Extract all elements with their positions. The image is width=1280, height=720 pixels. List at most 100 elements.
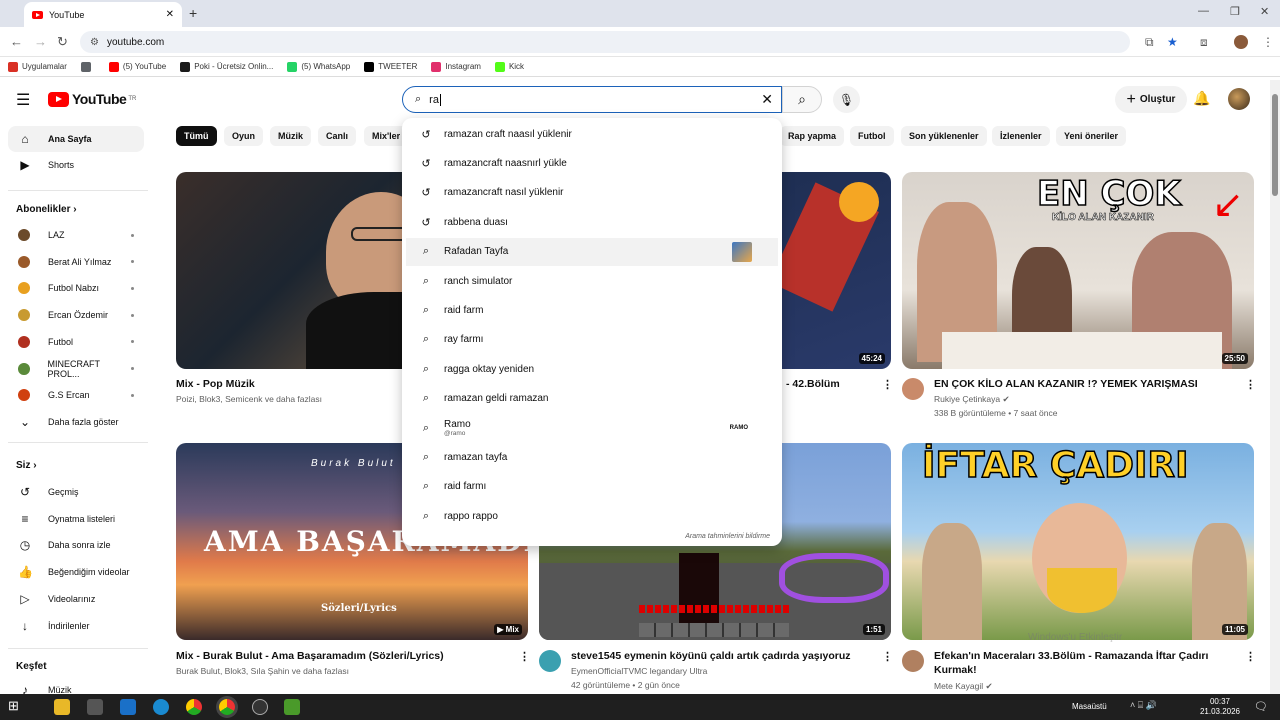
new-tab-button[interactable]: + xyxy=(189,5,197,21)
bookmark-6[interactable]: Instagram xyxy=(431,61,481,72)
chip-rap[interactable]: Rap yapma xyxy=(780,126,845,146)
search-suggestion[interactable]: ⌕ ramazan geldi ramazan xyxy=(406,385,778,413)
subscription-item[interactable]: Futbol Nabzı xyxy=(8,275,144,301)
app-icon[interactable] xyxy=(252,699,268,715)
chip-gaming[interactable]: Oyun xyxy=(224,126,264,146)
store-icon[interactable] xyxy=(87,699,103,715)
video-title[interactable]: Mix - Burak Bulut - Ama Başaramadım (Söz… xyxy=(176,650,444,662)
video-title[interactable]: steve1545 eymenin köyünü çaldı artık çad… xyxy=(571,650,851,662)
site-info-icon[interactable]: ⚙ xyxy=(90,37,99,48)
maximize-icon[interactable]: ❐ xyxy=(1230,5,1240,18)
chrome-active-icon[interactable] xyxy=(219,699,235,715)
channel-avatar[interactable] xyxy=(902,650,924,672)
subscription-item[interactable]: G.S Ercan xyxy=(8,382,144,408)
search-suggestion[interactable]: ⌕ raid farm xyxy=(406,296,778,324)
bookmark-5[interactable]: TWEETER xyxy=(364,61,417,72)
subscription-item[interactable]: Futbol xyxy=(8,329,144,355)
extensions-icon[interactable]: ⧈ xyxy=(1200,35,1208,50)
sidebar-item-thumbs-up[interactable]: 👍 Beğendiğim videolar xyxy=(8,559,144,585)
bookmark-1[interactable] xyxy=(80,61,95,72)
more-options-icon[interactable]: ⋮ xyxy=(1245,650,1256,663)
search-suggestion[interactable]: ⌕ ray farmı xyxy=(406,326,778,354)
chrome-icon[interactable] xyxy=(186,699,202,715)
sidebar-item-shorts[interactable]: ▶ Shorts xyxy=(8,152,144,178)
sidebar-item-history[interactable]: ↺ Geçmiş xyxy=(8,479,144,505)
search-input[interactable]: ⌕ ra ✕ xyxy=(402,86,782,113)
sidebar-item-video[interactable]: ▷ Videolarınız xyxy=(8,586,144,612)
search-suggestion[interactable]: ↺ ramazancraft nasıl yüklenir xyxy=(406,179,778,207)
video-thumbnail[interactable]: EN ÇOK KİLO ALAN KAZANIR ↙ 25:50 xyxy=(902,172,1254,369)
chip-music[interactable]: Müzik xyxy=(270,126,312,146)
create-button[interactable]: + Oluştur xyxy=(1115,86,1187,113)
bookmark-3[interactable]: Poki - Ücretsiz Onlin... xyxy=(180,61,273,72)
video-title[interactable]: - 42.Bölüm xyxy=(786,378,840,390)
channel-avatar[interactable] xyxy=(902,378,924,400)
youtube-logo[interactable]: YouTube TR xyxy=(48,91,136,107)
chip-watched[interactable]: İzlenenler xyxy=(992,126,1050,146)
bookmark-7[interactable]: Kick xyxy=(494,61,524,72)
desktop-toolbar[interactable]: Masaüstü xyxy=(1072,702,1107,711)
video-title[interactable]: EN ÇOK KİLO ALAN KAZANIR !? YEMEK YARIŞM… xyxy=(934,378,1198,390)
channel-avatar[interactable] xyxy=(539,650,561,672)
notification-center-icon[interactable]: 🗨 xyxy=(1254,700,1268,713)
chip-recent[interactable]: Son yüklenenler xyxy=(901,126,987,146)
subscription-item[interactable]: MINECRAFT PROL... xyxy=(8,356,144,382)
clear-search-icon[interactable]: ✕ xyxy=(761,91,773,108)
search-suggestion[interactable]: ⌕ Rafadan Tayfa xyxy=(406,237,778,266)
search-suggestion[interactable]: ⌕ ranch simulator xyxy=(406,267,778,295)
search-suggestion[interactable]: ⌕ raid farmı xyxy=(406,473,778,501)
page-scrollbar[interactable] xyxy=(1270,80,1280,694)
forward-icon[interactable]: → xyxy=(34,34,47,49)
more-options-icon[interactable]: ⋮ xyxy=(519,650,530,663)
reload-icon[interactable]: ↻ xyxy=(57,34,68,50)
tray-icons[interactable]: ˄ ⌸ 🔊 xyxy=(1130,700,1157,711)
video-thumbnail[interactable]: İFTAR ÇADIRI 11:05 xyxy=(902,443,1254,640)
search-suggestion[interactable]: ↺ rabbena duası xyxy=(406,208,778,236)
install-icon[interactable]: ⧉ xyxy=(1145,35,1154,50)
channel-name[interactable]: EymenOfficialTVMC legandary Ultra xyxy=(571,666,707,676)
voice-search-button[interactable]: 🎙 xyxy=(833,86,860,113)
you-heading[interactable]: Siz › xyxy=(16,460,37,471)
search-suggestion[interactable]: ⌕ ramazan tayfa xyxy=(406,443,778,471)
scrollbar-thumb[interactable] xyxy=(1272,94,1278,196)
file-explorer-icon[interactable] xyxy=(54,699,70,715)
subscription-item[interactable]: LAZ xyxy=(8,222,144,248)
edge-icon[interactable] xyxy=(153,699,169,715)
url-field[interactable]: ⚙ youtube.com xyxy=(80,31,1130,53)
subscription-item[interactable]: Ercan Özdemir xyxy=(8,302,144,328)
video-title[interactable]: Mix - Pop Müzik xyxy=(176,378,255,390)
chip-new[interactable]: Yeni öneriler xyxy=(1056,126,1127,146)
video-title-line2[interactable]: Kurmak! xyxy=(934,664,977,676)
tab-close-icon[interactable]: ✕ xyxy=(166,9,174,20)
chip-live[interactable]: Canlı xyxy=(318,126,357,146)
search-suggestion[interactable]: ↺ ramazan craft naasıl yüklenir xyxy=(406,120,778,148)
bookmark-star-icon[interactable]: ★ xyxy=(1167,35,1178,49)
more-options-icon[interactable]: ⋮ xyxy=(882,378,893,391)
bookmark-0[interactable]: Uygulamalar xyxy=(8,61,67,72)
search-suggestion[interactable]: ↺ ramazancraft naasnırl yükle xyxy=(406,149,778,177)
minimize-icon[interactable]: — xyxy=(1198,5,1209,17)
bookmark-2[interactable]: (5) YouTube xyxy=(108,61,166,72)
profile-avatar[interactable] xyxy=(1234,35,1248,49)
channel-name[interactable]: Mete Kayagil ✔ xyxy=(934,681,993,692)
back-icon[interactable]: ← xyxy=(10,34,23,49)
sidebar-item-clock[interactable]: ◷ Daha sonra izle xyxy=(8,532,144,558)
video-title[interactable]: Efekan'ın Maceraları 33.Bölüm - Ramazand… xyxy=(934,650,1208,662)
more-options-icon[interactable]: ⋮ xyxy=(882,650,893,663)
mail-icon[interactable] xyxy=(120,699,136,715)
bookmark-4[interactable]: (5) WhatsApp xyxy=(287,61,350,72)
subscription-item[interactable]: Berat Ali Yılmaz xyxy=(8,249,144,275)
report-predictions-link[interactable]: Arama tahminlerini bildirme xyxy=(685,533,770,540)
sidebar-item-home[interactable]: ⌂ Ana Sayfa xyxy=(8,126,144,152)
sidebar-item-download[interactable]: ↓ İndirilenler xyxy=(8,613,144,639)
notifications-bell-icon[interactable]: 🔔 xyxy=(1193,90,1210,107)
user-avatar[interactable] xyxy=(1228,88,1250,110)
minecraft-icon[interactable] xyxy=(284,699,300,715)
search-suggestion[interactable]: ⌕ Ramo @ramo RAMO xyxy=(406,414,778,442)
more-options-icon[interactable]: ⋮ xyxy=(1245,378,1256,391)
show-more-button[interactable]: ⌄ Daha fazla göster xyxy=(8,409,144,435)
subscriptions-heading[interactable]: Abonelikler › xyxy=(16,204,77,215)
sidebar-item-playlist[interactable]: ≡ Oynatma listeleri xyxy=(8,506,144,532)
chip-football[interactable]: Futbol xyxy=(850,126,894,146)
search-suggestion[interactable]: ⌕ ragga oktay yeniden xyxy=(406,355,778,383)
